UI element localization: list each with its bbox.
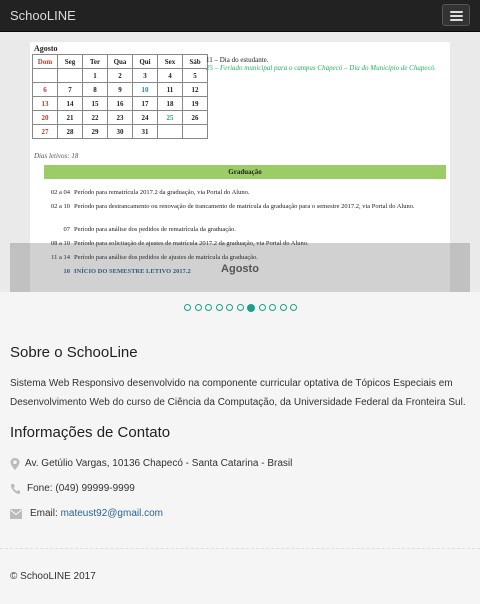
calendar-day — [57, 68, 83, 83]
calendar-week: 12345 — [32, 68, 208, 83]
calendar-day: 5 — [182, 68, 208, 83]
email-text: Email: mateust92@gmail.com — [30, 508, 163, 519]
calendar-day — [182, 124, 208, 139]
calendar-day: 18 — [157, 96, 183, 111]
event-row: 07 Período para análise dos pedidos de re… — [30, 226, 440, 234]
calendar-day: 17 — [132, 96, 158, 111]
weekday-header: Qua — [107, 54, 133, 69]
calendar-day — [32, 68, 58, 83]
calendar-note: 25 – Feriado municipal para o campus Cha… — [206, 64, 436, 72]
calendar-day: 7 — [57, 82, 83, 97]
section-title: Graduação — [44, 165, 446, 179]
event-row: 02 a 04 Período para rematrícula 2017.2 d… — [30, 189, 440, 197]
phone-icon — [10, 484, 20, 495]
calendar-table: Dom Seg Ter Qua Qui Sex Sáb 1 2 3 4 5 6 7 8 9 10 11 12 13 1… — [32, 54, 208, 139]
calendar-day: 6 — [32, 82, 58, 97]
calendar-day: 20 — [32, 110, 58, 125]
calendar-week: 20 21 22 23 24 25 26 — [32, 110, 208, 125]
calendar-day: 26 — [182, 110, 208, 125]
calendar-day: 10 — [132, 82, 158, 97]
carousel-indicator-dot[interactable] — [279, 304, 287, 311]
email-label: Email: — [30, 508, 58, 519]
carousel-indicator-dot[interactable] — [226, 304, 233, 311]
phone-value: (049) 99999-9999 — [55, 483, 135, 494]
carousel-indicator-dot[interactable] — [247, 304, 255, 312]
carousel-indicator-dot[interactable] — [205, 304, 212, 311]
phone-label: Fone: — [27, 483, 53, 494]
carousel-indicator-dot[interactable] — [258, 304, 266, 311]
carousel-caption: Agosto — [221, 263, 259, 275]
event-text: Período para análise dos pedidos de rema… — [74, 226, 236, 233]
carousel-indicator-dot[interactable] — [269, 304, 276, 311]
contact-heading: Informações de Contato — [10, 424, 171, 441]
calendar-day — [157, 124, 183, 139]
calendar-day: 22 — [82, 110, 108, 125]
image-carousel[interactable]: Agosto Dom Seg Ter Qua Qui Sex Sáb 1 2 3 4 5 6 7 8 9 10… — [0, 32, 480, 292]
calendar-day: 9 — [107, 82, 133, 97]
calendar-day: 21 — [57, 110, 83, 125]
carousel-indicator-dot[interactable] — [215, 304, 223, 311]
map-marker-icon — [10, 458, 20, 470]
event-text: Período para rematrícula 2017.2 da gradu… — [74, 189, 250, 196]
calendar-day: 16 — [107, 96, 133, 111]
calendar-day: 1 — [82, 68, 108, 83]
email-link[interactable]: mateust92@gmail.com — [61, 508, 163, 519]
calendar-day: 24 — [132, 110, 158, 125]
carousel-indicator-dot[interactable] — [194, 304, 202, 311]
weekday-header: Dom — [32, 54, 58, 69]
weekday-header: Qui — [132, 54, 158, 69]
calendar-week: 13 14 15 16 17 18 19 — [32, 96, 208, 111]
calendar-day: 13 — [32, 96, 58, 111]
carousel-indicator-dot[interactable] — [236, 304, 244, 311]
menu-toggle-button[interactable] — [442, 4, 470, 26]
phone-text: Fone: (049) 99999-9999 — [27, 483, 135, 494]
navbar: SchooLINE — [0, 0, 480, 32]
calendar-day: 25 — [157, 110, 183, 125]
calendar-day: 30 — [107, 124, 133, 139]
weekday-header: Sex — [157, 54, 183, 69]
dias-letivos: Dias letivos: 18 — [34, 152, 79, 160]
calendar-note: 11 – Dia do estudante. — [206, 56, 269, 64]
weekday-header: Ter — [82, 54, 108, 69]
envelope-icon — [10, 509, 22, 519]
weekday-header: Sáb — [182, 54, 208, 69]
calendar-month-title: Agosto — [34, 44, 58, 53]
calendar-day: 8 — [82, 82, 108, 97]
calendar-day: 2 — [107, 68, 133, 83]
calendar-day: 27 — [32, 124, 58, 139]
brand-logo[interactable]: SchooLINE — [10, 8, 76, 23]
calendar-day: 12 — [182, 82, 208, 97]
calendar-day: 4 — [157, 68, 183, 83]
calendar-day: 3 — [132, 68, 158, 83]
calendar-day: 23 — [107, 110, 133, 125]
footer-divider — [0, 548, 480, 549]
event-dates: 02 a 10 — [50, 203, 70, 210]
calendar-week: 6 7 8 9 10 11 12 — [32, 82, 208, 97]
weekday-header: Seg — [57, 54, 83, 69]
event-dates: 02 a 04 — [50, 189, 70, 196]
calendar-day: 28 — [57, 124, 83, 139]
event-row: 02 a 10 Período para destrancamento ou re… — [30, 203, 440, 211]
event-dates: 07 — [63, 226, 71, 233]
carousel-indicators — [184, 304, 301, 312]
calendar-day: 19 — [182, 96, 208, 111]
about-text: Sistema Web Responsivo desenvolvido na c… — [10, 378, 466, 408]
carousel-indicator-dot[interactable] — [290, 304, 297, 311]
calendar-day: 14 — [57, 96, 83, 111]
event-text: Período para destrancamento ou renovação… — [74, 203, 415, 210]
calendar-week: 27 28 29 30 31 — [32, 124, 208, 139]
carousel-indicator-dot[interactable] — [184, 304, 191, 311]
calendar-day: 29 — [82, 124, 108, 139]
address-text: Av. Getúlio Vargas, 10136 Chapecó - Sant… — [25, 458, 293, 469]
calendar-day: 31 — [132, 124, 158, 139]
footer-copyright: © SchooLINE 2017 — [10, 571, 96, 582]
calendar-day: 11 — [157, 82, 183, 97]
calendar-day: 15 — [82, 96, 108, 111]
about-heading: Sobre o SchooLine — [10, 344, 138, 361]
